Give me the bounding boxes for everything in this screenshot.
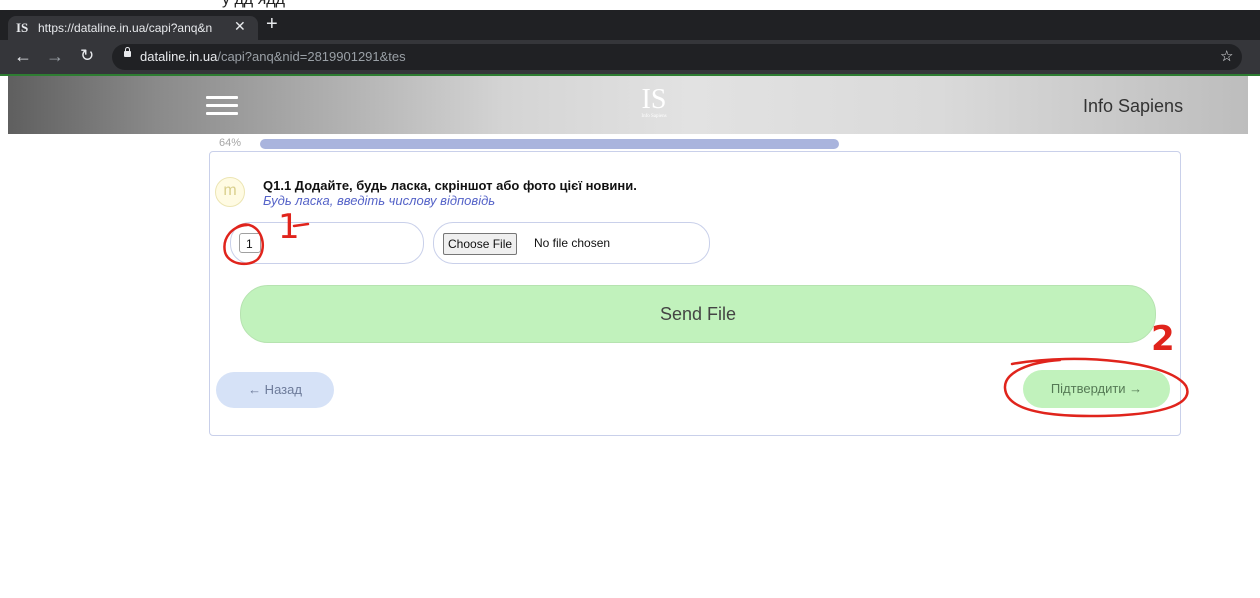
avatar: m: [215, 177, 245, 207]
brand-name: Info Sapiens: [1083, 96, 1184, 116]
favicon-icon: IS: [16, 20, 29, 35]
logo-subtext: Info Sapiens: [641, 114, 667, 119]
browser-tab[interactable]: IS https://dataline.in.ua/capi?anq&n ✕: [8, 16, 258, 40]
browser-address-bar: ← → ↻ dataline.in.ua/capi?anq&nid=281990…: [0, 40, 1260, 76]
tab-title: https://dataline.in.ua/capi?anq&n: [38, 21, 213, 35]
back-button[interactable]: ← Назад: [216, 372, 334, 408]
file-status-text: No file chosen: [534, 236, 611, 250]
send-file-button[interactable]: Send File: [240, 285, 1156, 343]
number-field[interactable]: 1: [230, 222, 424, 264]
progress-bar: [260, 139, 1164, 149]
file-field: Choose File No file chosen: [433, 222, 710, 264]
logo: IS Info Sapiens: [639, 86, 669, 120]
close-tab-icon[interactable]: ✕: [234, 18, 246, 35]
progress-label: 64%: [219, 137, 242, 149]
lock-icon: [124, 47, 131, 57]
top-strip-text: у дд ядд: [222, 0, 285, 9]
url-input[interactable]: dataline.in.ua/capi?anq&nid=2819901291&t…: [112, 44, 1242, 70]
url-text: dataline.in.ua/capi?anq&nid=2819901291&t…: [140, 49, 406, 64]
top-strip: у дд ядд: [0, 0, 1260, 10]
confirm-button[interactable]: Підтвердити →: [1023, 370, 1170, 408]
back-arrow-icon[interactable]: ←: [14, 46, 32, 67]
question-card: m Q1.1 Додайте, будь ласка, скріншот або…: [209, 151, 1181, 436]
choose-file-button[interactable]: Choose File: [443, 233, 518, 255]
app-header: IS Info Sapiens Info Sapiens: [8, 76, 1248, 134]
logo-mark: IS: [641, 84, 667, 115]
reload-icon[interactable]: ↻: [80, 46, 94, 66]
browser-tab-bar: IS https://dataline.in.ua/capi?anq&n ✕ +: [0, 10, 1260, 40]
question-title: Q1.1 Додайте, будь ласка, скріншот або ф…: [263, 178, 637, 193]
new-tab-icon[interactable]: +: [266, 13, 278, 36]
star-icon[interactable]: ☆: [1220, 47, 1233, 65]
forward-arrow-icon[interactable]: →: [46, 46, 64, 67]
question-hint: Будь ласка, введіть числову відповідь: [263, 193, 496, 208]
url-path: /capi?anq&nid=2819901291&tes: [217, 49, 406, 64]
url-domain: dataline.in.ua: [140, 49, 218, 64]
number-input[interactable]: 1: [239, 233, 261, 253]
hamburger-menu-icon[interactable]: [206, 96, 238, 116]
progress-fill: [260, 139, 839, 149]
